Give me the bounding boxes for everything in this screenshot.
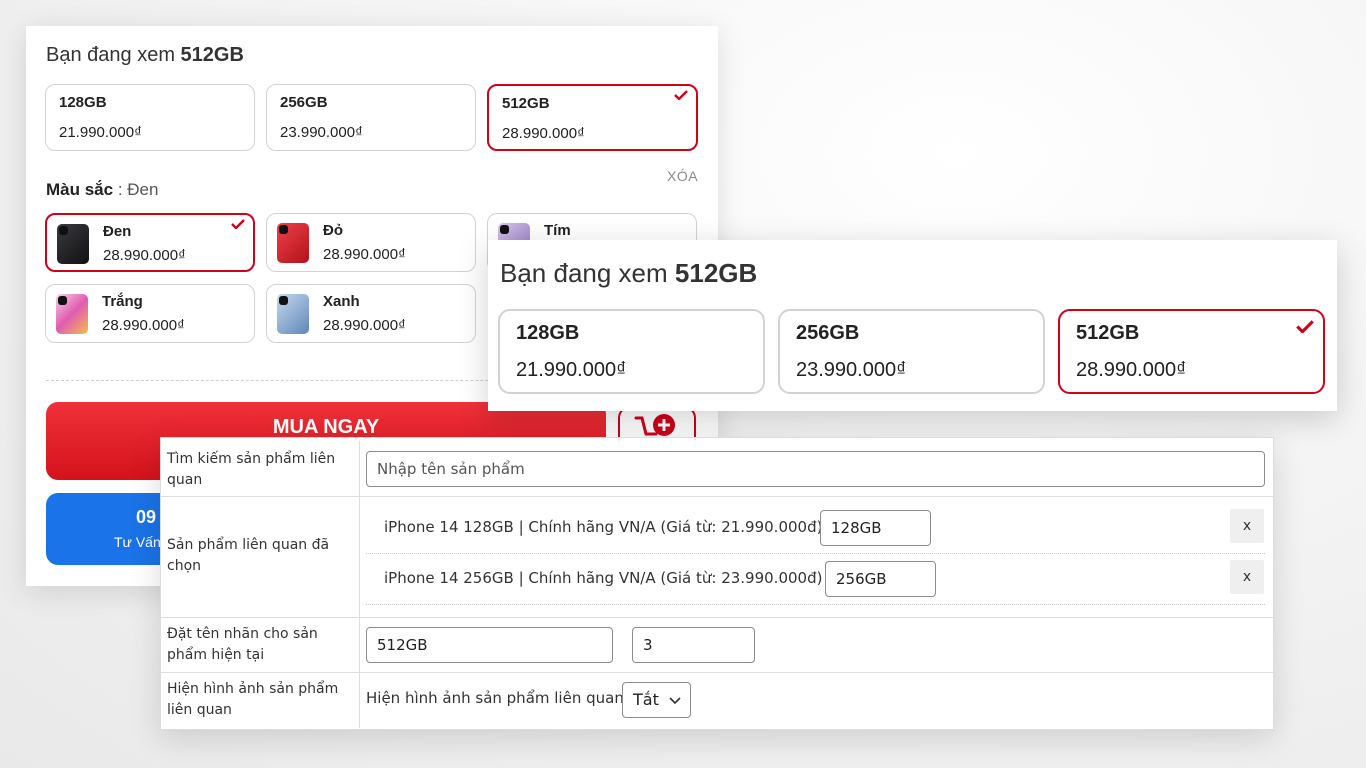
option-price: 23.990.000₫ [280, 124, 363, 141]
checkmark-icon [674, 90, 688, 100]
storage-option-128gb[interactable]: 128GB 21.990.000₫ [45, 84, 255, 151]
related-item-tag-input[interactable]: 256GB [825, 561, 936, 597]
show-image-value: Tắt [633, 690, 659, 709]
search-input[interactable]: Nhập tên sản phẩm [366, 451, 1265, 487]
option-price: 28.990.000₫ [1076, 359, 1187, 381]
storage-option-256gb[interactable]: 256GB 23.990.000₫ [778, 309, 1045, 394]
checkmark-icon [231, 219, 245, 229]
viewing-title: Bạn đang xem 512GB [46, 44, 244, 67]
variant-zoom-panel: Bạn đang xem 512GB 128GB 21.990.000₫ 256… [488, 240, 1337, 411]
phone-thumbnail-icon [277, 294, 309, 334]
viewing-value: 512GB [674, 258, 758, 288]
current-label-row: Đặt tên nhãn cho sản phẩm hiện tại 512GB… [161, 618, 1273, 673]
phone-thumbnail-icon [277, 223, 309, 263]
checkmark-icon [1296, 320, 1314, 333]
option-name: 512GB [502, 95, 550, 112]
related-item-title: iPhone 14 256GB | Chính hãng VN/A (Giá t… [384, 569, 823, 587]
option-price: 21.990.000₫ [516, 359, 627, 381]
related-item-tag-input[interactable]: 128GB [820, 510, 931, 546]
color-label-text: Màu sắc [46, 180, 114, 199]
current-tag-input[interactable]: 512GB [366, 627, 613, 663]
related-item-title: iPhone 14 128GB | Chính hãng VN/A (Giá t… [384, 518, 823, 536]
option-name: 256GB [796, 322, 860, 344]
search-row: Tìm kiếm sản phẩm liên quan Nhập tên sản… [161, 441, 1273, 497]
show-image-inline-label: Hiện hình ảnh sản phẩm liên quan [366, 689, 624, 707]
remove-related-button[interactable]: x [1230, 560, 1264, 594]
color-label: Màu sắc : Đen [46, 180, 159, 199]
color-option-do[interactable]: Đỏ 28.990.000₫ [266, 213, 476, 272]
buy-now-label: MUA NGAY [272, 416, 380, 438]
related-products-settings: Tìm kiếm sản phẩm liên quan Nhập tên sản… [160, 437, 1274, 730]
storage-option-512gb[interactable]: 512GB 28.990.000₫ [487, 84, 698, 151]
color-name: Đỏ [323, 222, 343, 239]
option-price: 28.990.000₫ [502, 125, 585, 142]
option-price: 23.990.000₫ [796, 359, 907, 381]
color-name: Tím [544, 222, 571, 239]
option-name: 256GB [280, 94, 328, 111]
color-option-den[interactable]: Đen 28.990.000₫ [45, 213, 255, 272]
search-label: Tìm kiếm sản phẩm liên quan [167, 451, 336, 488]
clear-selection-link[interactable]: XÓA [667, 168, 698, 184]
color-price: 28.990.000₫ [103, 247, 186, 264]
selected-label: Sản phẩm liên quan đã chọn [167, 537, 330, 574]
storage-option-128gb[interactable]: 128GB 21.990.000₫ [498, 309, 765, 394]
phone-thumbnail-icon [56, 294, 88, 334]
color-price: 28.990.000₫ [323, 317, 406, 334]
remove-related-button[interactable]: x [1230, 509, 1264, 543]
show-image-row: Hiện hình ảnh sản phẩm liên quan Hiện hì… [161, 673, 1273, 728]
color-current-value: Đen [127, 180, 159, 199]
viewing-value: 512GB [180, 44, 244, 66]
option-name: 128GB [516, 322, 580, 344]
chevron-down-icon [669, 697, 681, 705]
color-price: 28.990.000₫ [102, 317, 185, 334]
viewing-prefix: Bạn đang xem [500, 258, 668, 288]
show-image-select[interactable]: Tắt [622, 682, 691, 718]
option-name: 128GB [59, 94, 107, 111]
viewing-prefix: Bạn đang xem [46, 44, 175, 66]
color-name: Trắng [102, 293, 143, 310]
storage-option-512gb[interactable]: 512GB 28.990.000₫ [1058, 309, 1325, 394]
current-order-input[interactable]: 3 [632, 627, 755, 663]
call-number: 09 [136, 507, 157, 527]
viewing-title: Bạn đang xem 512GB [500, 258, 757, 289]
show-image-label: Hiện hình ảnh sản phẩm liên quan [167, 681, 339, 718]
selected-related-row: Sản phẩm liên quan đã chọn iPhone 14 128… [161, 497, 1273, 618]
color-name: Xanh [323, 293, 360, 310]
color-option-trang[interactable]: Trắng 28.990.000₫ [45, 284, 255, 343]
color-price: 28.990.000₫ [323, 246, 406, 263]
phone-thumbnail-icon [57, 224, 89, 264]
call-text: Tư Vấn [114, 534, 161, 550]
current-label-text: Đặt tên nhãn cho sản phẩm hiện tại [167, 626, 318, 663]
color-option-xanh[interactable]: Xanh 28.990.000₫ [266, 284, 476, 343]
option-price: 21.990.000₫ [59, 124, 142, 141]
storage-option-256gb[interactable]: 256GB 23.990.000₫ [266, 84, 476, 151]
color-name: Đen [103, 223, 132, 240]
option-name: 512GB [1076, 322, 1140, 344]
